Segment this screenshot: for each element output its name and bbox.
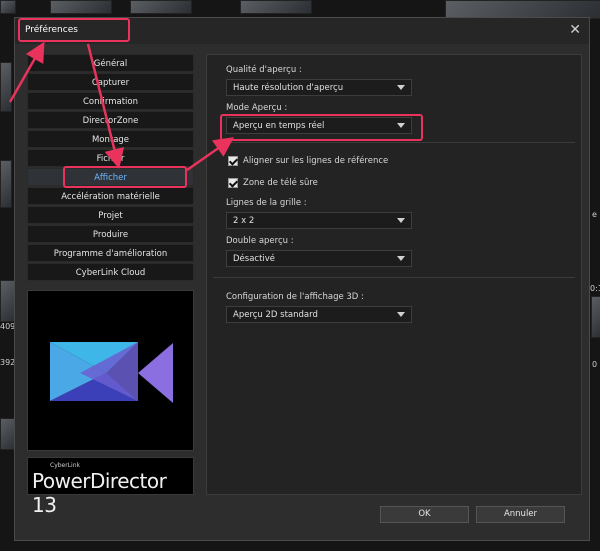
chevron-down-icon — [397, 85, 405, 90]
nav-item-improvement-program[interactable]: Programme d'amélioration — [27, 244, 194, 262]
product-logo — [27, 290, 194, 451]
nav-item-project[interactable]: Projet — [27, 206, 194, 224]
brand-company: CyberLink — [50, 462, 80, 469]
nav-item-directorzone[interactable]: DirectorZone — [27, 111, 194, 129]
brand-box: CyberLink PowerDirector 13 — [27, 457, 194, 517]
grid-lines-dropdown[interactable]: 2 x 2 — [226, 212, 412, 229]
nav-item-produce[interactable]: Produire — [27, 225, 194, 243]
highlight-title — [18, 18, 130, 42]
background-thumbnail — [50, 0, 112, 14]
divider — [213, 277, 575, 278]
background-thumbnail — [0, 62, 12, 112]
nav-item-general[interactable]: Général — [27, 54, 194, 72]
nav-item-editing[interactable]: Montage — [27, 130, 194, 148]
background-thumbnail — [130, 0, 192, 14]
background-thumbnail — [240, 0, 312, 14]
align-gridlines-checkbox[interactable] — [228, 156, 238, 166]
tv-safe-zone-checkbox[interactable] — [228, 178, 238, 188]
background-number: 392 — [0, 358, 16, 367]
highlight-preview-mode — [220, 114, 423, 141]
align-gridlines-label: Aligner sur les lignes de référence — [243, 156, 389, 166]
background-thumbnail — [0, 160, 12, 208]
preferences-dialog: Préférences ✕ Général Capturer Confirmat… — [14, 17, 590, 541]
dual-preview-value: Désactivé — [233, 254, 276, 264]
background-text: e — [592, 210, 597, 219]
nav-item-cyberlink-cloud[interactable]: CyberLink Cloud — [27, 263, 194, 281]
dual-preview-dropdown[interactable]: Désactivé — [226, 250, 412, 267]
ok-button[interactable]: OK — [380, 506, 469, 523]
chevron-down-icon — [397, 256, 405, 261]
highlight-afficher — [63, 166, 187, 188]
chevron-down-icon — [397, 218, 405, 223]
background-text: 0 — [592, 360, 598, 369]
chevron-down-icon — [397, 312, 405, 317]
display-3d-value: Aperçu 2D standard — [233, 310, 318, 320]
preview-mode-label: Mode Aperçu : — [226, 103, 288, 113]
display-3d-dropdown[interactable]: Aperçu 2D standard — [226, 306, 412, 323]
brand-product: PowerDirector 13 — [32, 469, 167, 517]
divider — [213, 142, 575, 143]
powerdirector-logo-icon — [50, 342, 173, 403]
display-3d-label: Configuration de l'affichage 3D : — [226, 292, 364, 302]
background-thumbnail — [0, 0, 16, 14]
background-thumbnail — [591, 296, 600, 338]
cancel-button[interactable]: Annuler — [476, 506, 565, 523]
nav-item-file[interactable]: Fichier — [27, 149, 194, 167]
nav-item-confirmation[interactable]: Confirmation — [27, 92, 194, 110]
preview-quality-dropdown[interactable]: Haute résolution d'aperçu — [226, 79, 412, 96]
background-text: 0:1 — [590, 284, 600, 293]
grid-lines-label: Lignes de la grille : — [226, 198, 307, 208]
nav-item-capture[interactable]: Capturer — [27, 73, 194, 91]
close-icon[interactable]: ✕ — [569, 22, 581, 38]
background-number: 409 — [0, 322, 16, 331]
nav-item-hardware-acceleration[interactable]: Accélération matérielle — [27, 187, 194, 205]
preview-quality-label: Qualité d'aperçu : — [226, 65, 302, 75]
dual-preview-label: Double aperçu : — [226, 236, 294, 246]
grid-lines-value: 2 x 2 — [233, 216, 255, 226]
tv-safe-zone-label: Zone de télé sûre — [243, 178, 318, 188]
preview-quality-value: Haute résolution d'aperçu — [233, 83, 344, 93]
